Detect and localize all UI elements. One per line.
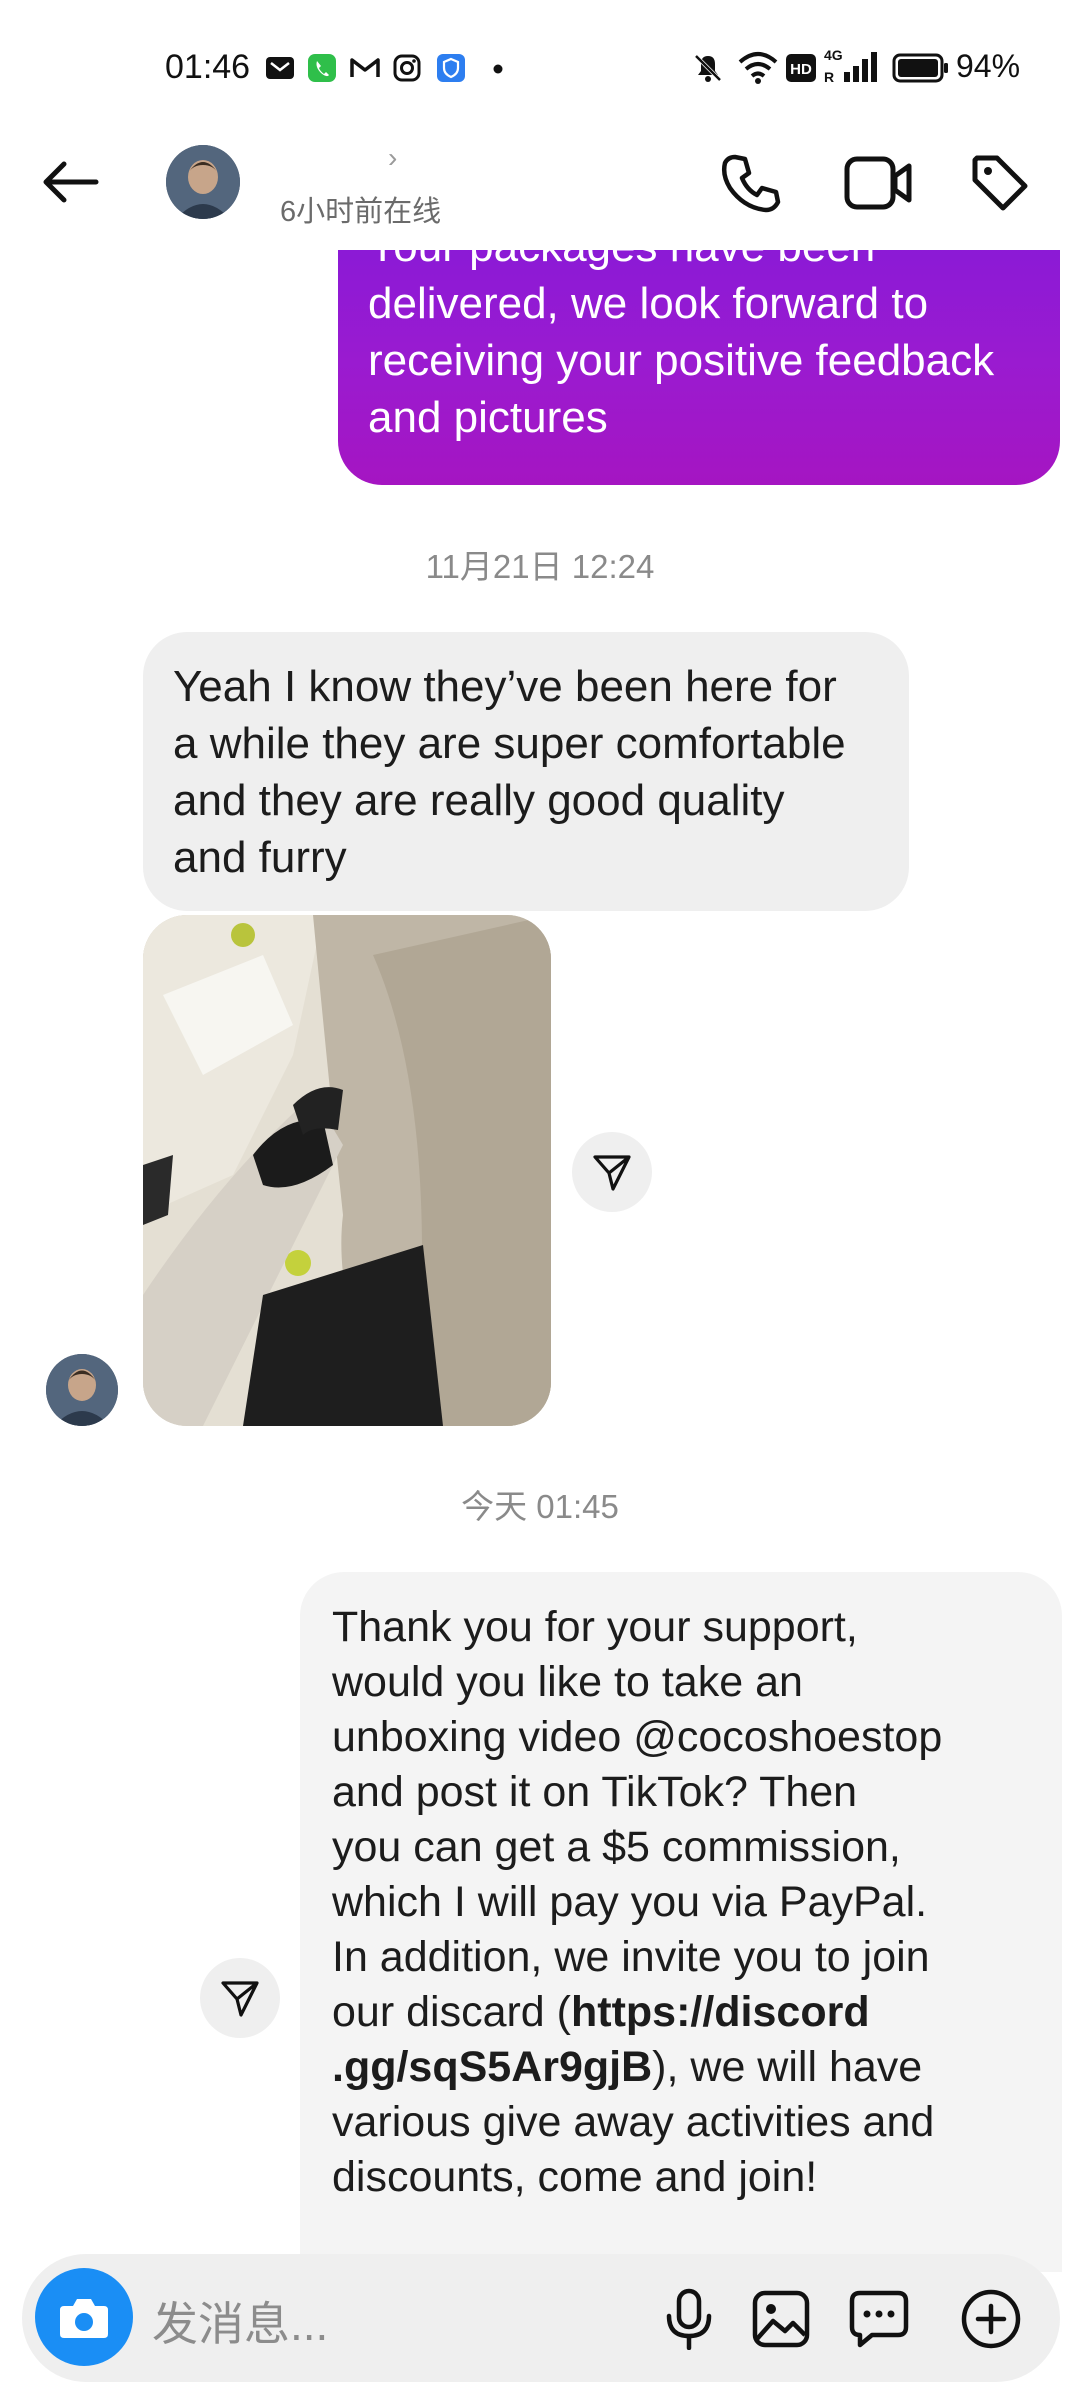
- signal-4g-icon: 4G R: [824, 47, 877, 85]
- message-line: you can get a $5 commission,: [332, 1823, 901, 1871]
- send-icon: [593, 1155, 631, 1191]
- message-line: delivered, we look forward to: [368, 279, 929, 328]
- send-icon: [221, 1981, 259, 2017]
- presence-status: 6小时前在线: [280, 196, 442, 228]
- gmail-icon: [350, 58, 380, 77]
- message-line: a while they are super comfortable: [173, 719, 846, 768]
- status-bar: 01:46 HD 4G R 94%: [0, 0, 1080, 120]
- discord-link[interactable]: .gg/sqS5Ar9gjB: [332, 2043, 652, 2091]
- chat-header: [0, 120, 1080, 250]
- gallery-button[interactable]: [748, 2286, 814, 2352]
- message-line: Yeah I know they’ve been here for: [173, 662, 837, 711]
- avatar-image: [166, 145, 240, 219]
- camera-icon: [60, 2299, 108, 2338]
- message-bubble-sent[interactable]: Your packages have been delivered, we lo…: [338, 240, 1060, 485]
- avatar-image: [46, 1354, 118, 1426]
- contact-avatar[interactable]: [166, 145, 240, 219]
- photo-message[interactable]: [143, 915, 551, 1426]
- sticker-button[interactable]: [846, 2286, 912, 2352]
- timestamp: 11月21日 12:24: [425, 548, 655, 585]
- phone-icon: [308, 54, 336, 82]
- video-call-button[interactable]: [838, 148, 918, 218]
- message-line: discounts, come and join!: [332, 2153, 818, 2201]
- photo-image: [143, 915, 551, 1426]
- message-bubble-received[interactable]: Thank you for your support, would you li…: [300, 1572, 1062, 2272]
- tag-button[interactable]: [960, 148, 1040, 218]
- phone-icon: [721, 154, 781, 213]
- message-line: Thank you for your support,: [332, 1603, 858, 1651]
- voice-message-button[interactable]: [656, 2286, 722, 2352]
- message-bubble-received[interactable]: Yeah I know they’ve been here for a whil…: [143, 632, 909, 911]
- discord-link[interactable]: https://discord: [571, 1988, 870, 2036]
- battery-percent: 94%: [956, 48, 1021, 84]
- dot-icon: [493, 64, 503, 74]
- shield-icon: [437, 54, 465, 82]
- microphone-icon: [666, 2288, 712, 2350]
- message-input[interactable]: 发消息...: [152, 2288, 328, 2354]
- back-arrow-icon: [43, 161, 99, 203]
- plus-circle-icon: [961, 2289, 1021, 2349]
- message-line: which I will pay you via PayPal.: [332, 1878, 928, 1926]
- video-camera-icon: [844, 156, 912, 210]
- tag-icon: [972, 155, 1028, 211]
- camera-button[interactable]: [35, 2268, 133, 2366]
- timestamp: 今天 01:45: [461, 1488, 619, 1525]
- svg-text:4G: 4G: [824, 47, 843, 63]
- mail-icon: [266, 57, 294, 79]
- message-line: receiving your positive feedback: [368, 336, 995, 385]
- battery-icon: [892, 53, 948, 83]
- voice-call-button[interactable]: [712, 148, 792, 218]
- message-line: unboxing video @cocoshoestop: [332, 1713, 943, 1761]
- message-line: In addition, we invite you to join: [332, 1933, 930, 1981]
- message-line: our discard (https://discord: [332, 1985, 1042, 2040]
- message-text: our discard (: [332, 1988, 571, 2036]
- message-line: various give away activities and: [332, 2098, 935, 2146]
- message-line: and furry: [173, 833, 347, 882]
- message-line: and pictures: [368, 393, 608, 442]
- message-line: would you like to take an: [332, 1658, 803, 1706]
- sender-avatar[interactable]: [46, 1354, 118, 1426]
- image-icon: [752, 2290, 810, 2348]
- svg-text:R: R: [824, 69, 834, 85]
- share-button[interactable]: [572, 1132, 652, 1212]
- svg-text:HD: HD: [790, 61, 812, 78]
- more-button[interactable]: [958, 2286, 1024, 2352]
- instagram-icon: [393, 54, 421, 82]
- message-text: ), we will have: [652, 2043, 923, 2091]
- status-time: 01:46: [165, 48, 251, 86]
- message-line: .gg/sqS5Ar9gjB), we will have: [332, 2040, 1042, 2095]
- wifi-icon: [738, 52, 778, 84]
- chat-bubble-icon: [849, 2290, 909, 2348]
- message-line: and they are really good quality: [173, 776, 785, 825]
- share-button[interactable]: [200, 1958, 280, 2038]
- back-button[interactable]: [30, 150, 110, 214]
- message-line: and post it on TikTok? Then: [332, 1768, 858, 1816]
- hd-icon: HD: [786, 54, 816, 82]
- profile-chevron[interactable]: ›: [388, 142, 397, 174]
- mute-icon: [694, 54, 722, 82]
